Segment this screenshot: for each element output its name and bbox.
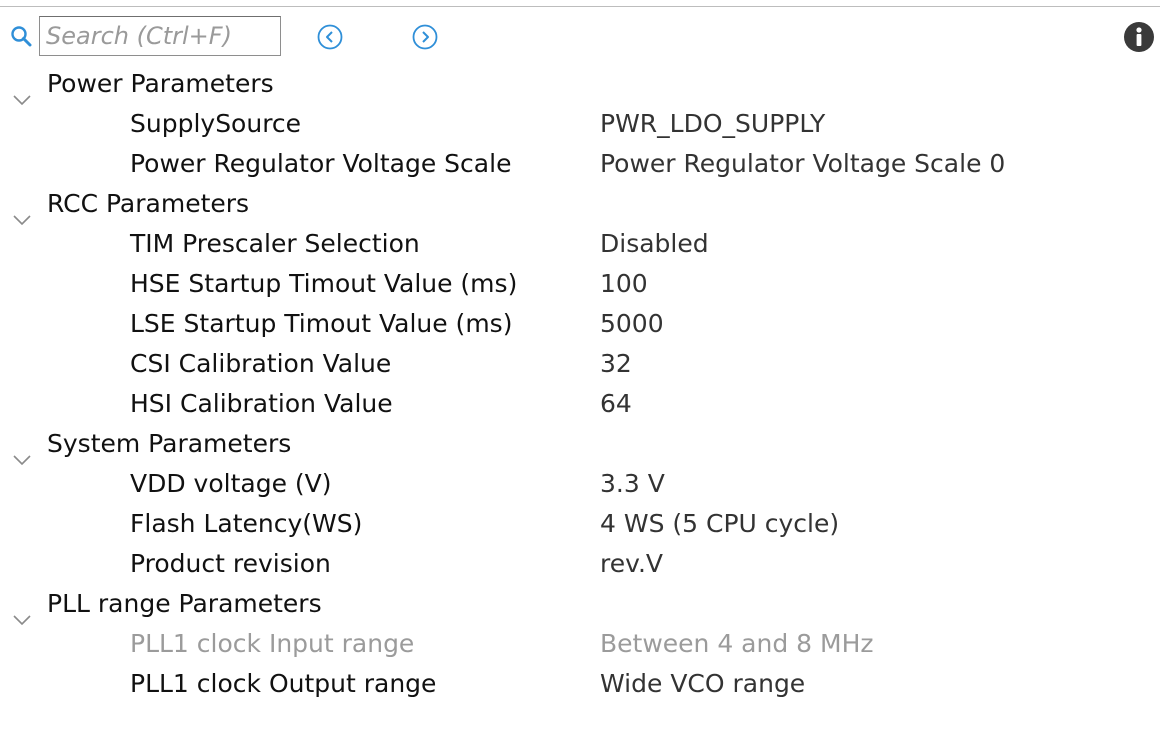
param-name: TIM Prescaler Selection: [130, 229, 420, 258]
param-name: Product revision: [130, 549, 331, 578]
param-row[interactable]: Flash Latency(WS) 4 WS (5 CPU cycle): [0, 504, 1160, 544]
panel-top-border: [0, 0, 1160, 7]
group-label: PLL range Parameters: [47, 589, 322, 618]
group-power-parameters[interactable]: Power Parameters: [0, 64, 1160, 106]
param-row[interactable]: Product revision rev.V: [0, 544, 1160, 584]
param-name: Flash Latency(WS): [130, 509, 363, 538]
circle-chevron-left-icon[interactable]: [316, 23, 344, 51]
param-row[interactable]: TIM Prescaler Selection Disabled: [0, 224, 1160, 264]
info-icon[interactable]: [1124, 22, 1154, 52]
chevron-down-icon[interactable]: [12, 438, 32, 466]
param-value[interactable]: rev.V: [600, 544, 663, 584]
group-rcc-parameters[interactable]: RCC Parameters: [0, 184, 1160, 226]
param-row[interactable]: VDD voltage (V) 3.3 V: [0, 464, 1160, 504]
param-row[interactable]: SupplySource PWR_LDO_SUPPLY: [0, 104, 1160, 144]
circle-chevron-right-icon[interactable]: [411, 23, 439, 51]
param-value[interactable]: 4 WS (5 CPU cycle): [600, 504, 839, 544]
param-row[interactable]: HSI Calibration Value 64: [0, 384, 1160, 424]
param-value[interactable]: 100: [600, 264, 648, 304]
group-label: System Parameters: [47, 429, 292, 458]
param-value[interactable]: 5000: [600, 304, 664, 344]
param-value[interactable]: 64: [600, 384, 632, 424]
param-row[interactable]: HSE Startup Timout Value (ms) 100: [0, 264, 1160, 304]
chevron-down-icon[interactable]: [12, 78, 32, 106]
param-row[interactable]: LSE Startup Timout Value (ms) 5000: [0, 304, 1160, 344]
param-name: Power Regulator Voltage Scale: [130, 149, 512, 178]
group-label: Power Parameters: [47, 69, 274, 98]
param-name: HSI Calibration Value: [130, 389, 393, 418]
search-toolbar: [0, 14, 1160, 58]
param-value[interactable]: PWR_LDO_SUPPLY: [600, 104, 825, 144]
param-name: HSE Startup Timout Value (ms): [130, 269, 518, 298]
group-system-parameters[interactable]: System Parameters: [0, 424, 1160, 466]
param-name: CSI Calibration Value: [130, 349, 392, 378]
parameter-tree: Power Parameters SupplySource PWR_LDO_SU…: [0, 64, 1160, 704]
param-value[interactable]: Disabled: [600, 224, 709, 264]
parameter-settings-panel: Power Parameters SupplySource PWR_LDO_SU…: [0, 0, 1160, 740]
param-name: VDD voltage (V): [130, 469, 332, 498]
param-name: LSE Startup Timout Value (ms): [130, 309, 513, 338]
param-row[interactable]: PLL1 clock Output range Wide VCO range: [0, 664, 1160, 704]
param-value: Between 4 and 8 MHz: [600, 629, 874, 658]
param-row[interactable]: CSI Calibration Value 32: [0, 344, 1160, 384]
search-icon[interactable]: [10, 25, 32, 47]
param-name: PLL1 clock Output range: [130, 669, 437, 698]
chevron-down-icon[interactable]: [12, 198, 32, 226]
param-value[interactable]: 32: [600, 344, 632, 384]
param-name: PLL1 clock Input range: [130, 629, 415, 658]
param-value[interactable]: Wide VCO range: [600, 664, 805, 704]
param-value[interactable]: Power Regulator Voltage Scale 0: [600, 144, 1005, 184]
param-value[interactable]: 3.3 V: [600, 464, 665, 504]
group-pll-range-parameters[interactable]: PLL range Parameters: [0, 584, 1160, 626]
search-input[interactable]: [39, 16, 281, 56]
chevron-down-icon[interactable]: [12, 598, 32, 626]
group-label: RCC Parameters: [47, 189, 250, 218]
param-row-disabled: PLL1 clock Input range Between 4 and 8 M…: [0, 624, 1160, 664]
param-row[interactable]: Power Regulator Voltage Scale Power Regu…: [0, 144, 1160, 184]
param-name: SupplySource: [130, 109, 302, 138]
